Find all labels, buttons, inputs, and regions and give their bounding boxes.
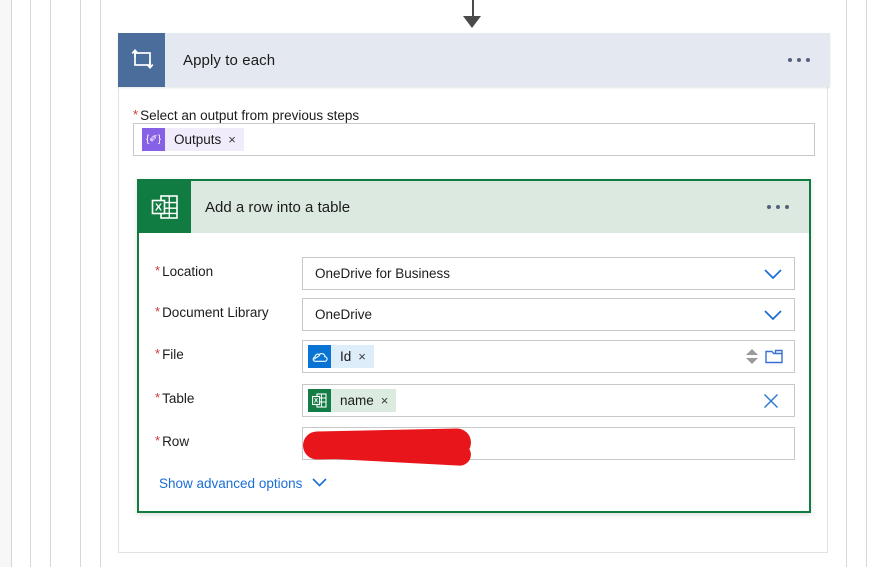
document-library-label-text: Document Library [162, 305, 269, 320]
loop-icon [118, 33, 165, 87]
spinner-down-icon[interactable] [746, 358, 758, 364]
document-library-value: OneDrive [303, 307, 372, 322]
required-asterisk: * [133, 107, 138, 122]
add-row-into-table-card: X Add a row into a table *Location OneDr… [137, 179, 811, 513]
field-row-row: *Row [139, 427, 809, 460]
select-output-label-text: Select an output from previous steps [140, 108, 359, 123]
document-library-dropdown[interactable]: OneDrive [302, 298, 795, 331]
nesting-guide-rail-7 [866, 0, 867, 567]
add-row-title: Add a row into a table [205, 199, 350, 216]
close-icon[interactable] [762, 392, 780, 410]
excel-table-icon: X [308, 389, 331, 412]
table-picker-input[interactable]: X name × [302, 384, 795, 417]
required-asterisk: * [155, 263, 160, 278]
show-advanced-options-label: Show advanced options [159, 476, 302, 491]
location-label: *Location [155, 263, 213, 279]
spinner-up-icon[interactable] [746, 349, 758, 355]
select-output-input[interactable]: {✐} Outputs × [133, 123, 815, 156]
show-advanced-options-button[interactable]: Show advanced options [159, 476, 328, 491]
ellipsis-menu-icon[interactable] [788, 58, 810, 62]
chevron-down-icon[interactable] [763, 309, 783, 321]
expression-icon: {✐} [142, 128, 165, 151]
svg-text:X: X [155, 202, 162, 214]
chevron-down-icon[interactable] [763, 268, 783, 280]
required-asterisk: * [155, 390, 160, 405]
down-arrow-icon [463, 16, 481, 28]
canvas-left-shade [0, 0, 11, 567]
token-outputs-remove-icon[interactable]: × [228, 128, 244, 151]
row-label: *Row [155, 433, 189, 449]
token-outputs-label: Outputs [165, 128, 228, 151]
required-asterisk: * [155, 304, 160, 319]
excel-icon: X [139, 181, 191, 233]
apply-to-each-title: Apply to each [183, 52, 275, 69]
spinner-arrows-icon[interactable] [746, 349, 758, 364]
required-asterisk: * [155, 433, 160, 448]
token-name-remove-icon[interactable]: × [381, 389, 397, 412]
token-outputs[interactable]: {✐} Outputs × [142, 128, 244, 151]
nesting-guide-rail-1 [11, 0, 12, 567]
field-row-document-library: *Document Library OneDrive [139, 298, 809, 331]
token-id[interactable]: Id × [308, 345, 374, 368]
table-label-text: Table [162, 391, 194, 406]
ellipsis-menu-icon[interactable] [767, 205, 789, 209]
required-asterisk: * [155, 346, 160, 361]
nesting-guide-rail-5 [100, 0, 101, 567]
add-row-header[interactable]: X Add a row into a table [139, 181, 809, 233]
file-label-text: File [162, 347, 184, 362]
add-row-form: *Location OneDrive for Business *Documen… [139, 233, 809, 511]
document-library-label: *Document Library [155, 304, 269, 320]
table-label: *Table [155, 390, 194, 406]
field-row-location: *Location OneDrive for Business [139, 257, 809, 290]
field-row-table: *Table X [139, 384, 809, 417]
location-label-text: Location [162, 264, 213, 279]
nesting-guide-rail-4 [80, 0, 81, 567]
nesting-guide-rail-6 [846, 0, 847, 567]
nesting-guide-rail-3 [50, 0, 51, 567]
apply-to-each-header[interactable]: Apply to each [118, 33, 830, 87]
chevron-down-icon[interactable] [311, 476, 328, 491]
folder-icon[interactable] [764, 348, 784, 365]
token-name[interactable]: X name × [308, 389, 396, 412]
field-row-file: *File Id × [139, 340, 809, 373]
file-picker-input[interactable]: Id × [302, 340, 795, 373]
file-label: *File [155, 346, 184, 362]
file-token-wrap: Id × [303, 345, 374, 368]
token-name-label: name [331, 389, 381, 412]
location-dropdown[interactable]: OneDrive for Business [302, 257, 795, 290]
onedrive-icon [308, 345, 331, 368]
table-token-wrap: X name × [303, 389, 396, 412]
token-id-remove-icon[interactable]: × [358, 345, 374, 368]
row-label-text: Row [162, 434, 189, 449]
select-output-label: *Select an output from previous steps [133, 107, 359, 123]
location-value: OneDrive for Business [303, 266, 450, 281]
flow-designer-canvas: Apply to each *Select an output from pre… [0, 0, 887, 567]
nesting-guide-rail-2 [30, 0, 31, 567]
token-id-label: Id [331, 345, 358, 368]
